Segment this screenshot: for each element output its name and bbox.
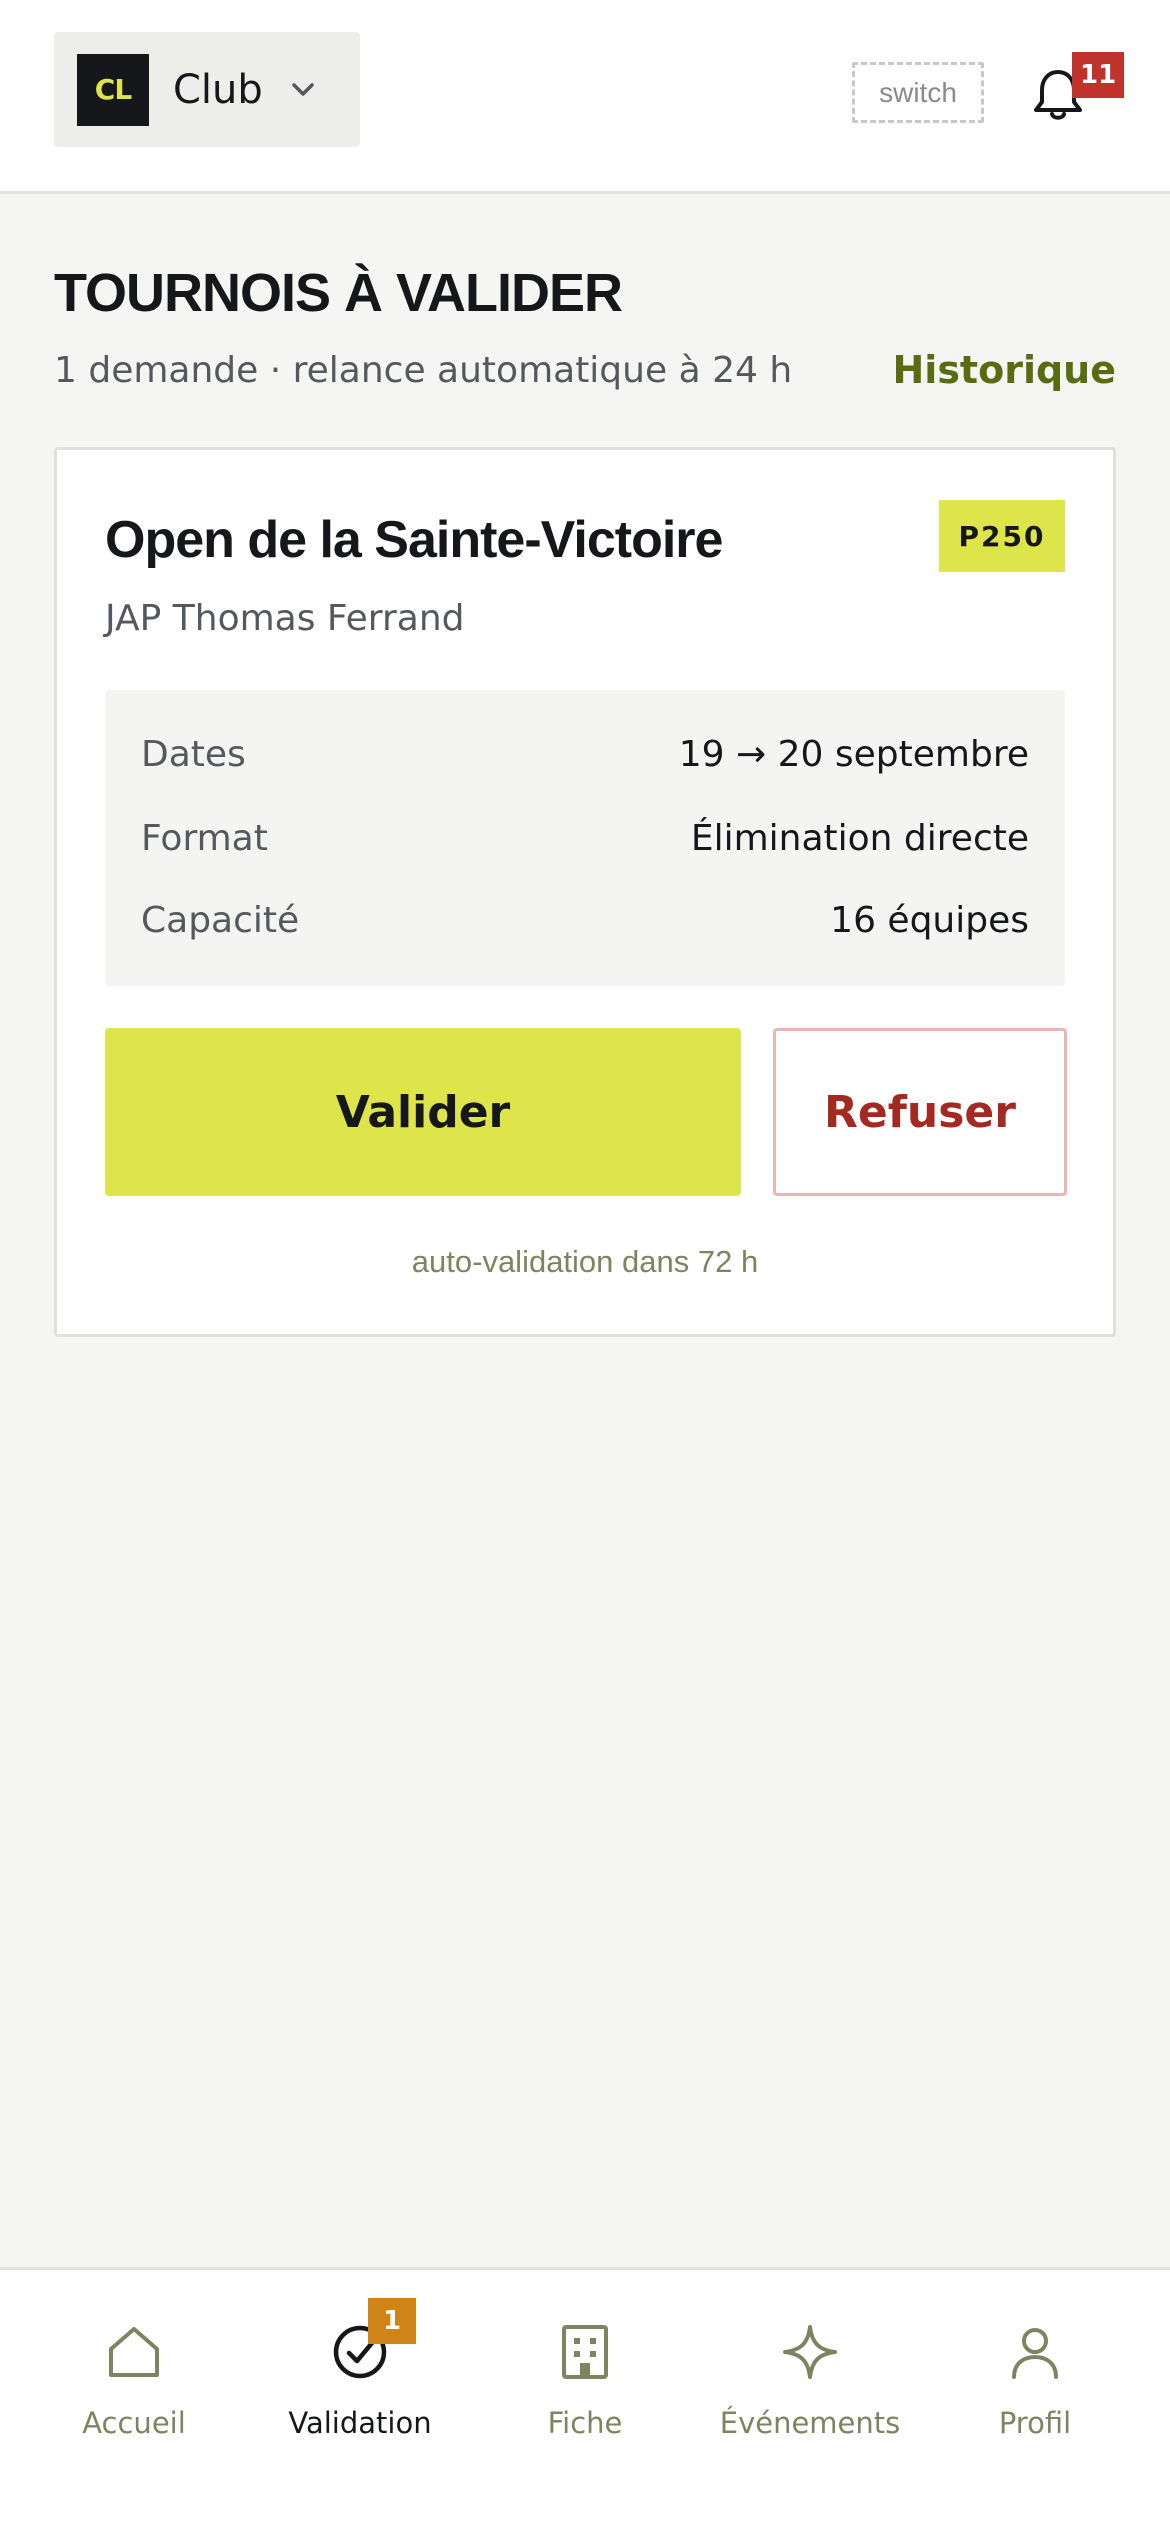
- app-screen: CL Club switch 11 TOURNOIS À VALIDER 1 d…: [0, 0, 1170, 2532]
- nav-item-fiche[interactable]: Fiche: [472, 2320, 698, 2470]
- club-switcher[interactable]: CL Club: [54, 32, 360, 147]
- club-logo: CL: [77, 53, 149, 126]
- detail-label: Format: [141, 817, 268, 859]
- page-subtitle: 1 demande · relance automatique à 24 h: [54, 350, 793, 391]
- history-link[interactable]: Historique: [892, 348, 1116, 392]
- validate-button[interactable]: Valider: [105, 1028, 741, 1196]
- nav-item-validation[interactable]: 1 Validation: [247, 2298, 473, 2470]
- detail-row-dates: Dates 19 → 20 septembre: [141, 724, 1029, 784]
- refuse-button[interactable]: Refuser: [773, 1028, 1067, 1196]
- level-badge: P250: [939, 500, 1065, 572]
- home-icon: [102, 2320, 166, 2384]
- nav-item-evenements[interactable]: Événements: [697, 2320, 923, 2470]
- detail-value: 16 équipes: [830, 899, 1029, 941]
- tournament-title: Open de la Sainte-Victoire: [105, 511, 723, 569]
- nav-label: Accueil: [82, 2406, 186, 2440]
- notifications-button[interactable]: 11: [1024, 52, 1125, 132]
- nav-item-accueil[interactable]: Accueil: [21, 2320, 247, 2470]
- detail-value: Élimination directe: [690, 817, 1029, 859]
- detail-row-format: Format Élimination directe: [141, 808, 1029, 868]
- nav-item-profil[interactable]: Profil: [922, 2320, 1148, 2470]
- user-icon: [1003, 2320, 1067, 2384]
- detail-row-capacity: Capacité 16 équipes: [141, 890, 1029, 950]
- notification-badge: 11: [1072, 52, 1125, 98]
- club-name: Club: [173, 66, 263, 113]
- top-header: CL Club switch 11: [0, 0, 1170, 194]
- building-icon: [553, 2320, 617, 2384]
- nav-label: Fiche: [547, 2406, 623, 2440]
- check-circle-icon: 1: [328, 2298, 416, 2384]
- nav-label: Validation: [288, 2406, 432, 2440]
- details-panel: Dates 19 → 20 septembre Format Éliminati…: [105, 690, 1065, 986]
- validation-count-badge: 1: [368, 2298, 416, 2344]
- detail-label: Dates: [141, 733, 246, 775]
- auto-validation-note: auto-validation dans 72 h: [411, 1244, 759, 1279]
- switch-button[interactable]: switch: [852, 62, 984, 123]
- detail-label: Capacité: [141, 899, 300, 941]
- sparkle-icon: [778, 2320, 842, 2384]
- nav-label: Événements: [719, 2406, 901, 2440]
- tournament-card: Open de la Sainte-Victoire P250 JAP Thom…: [54, 447, 1116, 1337]
- chevron-down-icon: [291, 76, 319, 104]
- detail-value: 19 → 20 septembre: [678, 733, 1029, 775]
- nav-label: Profil: [998, 2406, 1072, 2440]
- bottom-nav: Accueil 1 Validation Fiche Événements Pr…: [0, 2267, 1170, 2532]
- organizer-name: JAP Thomas Ferrand: [105, 598, 465, 639]
- page-title: TOURNOIS À VALIDER: [54, 263, 623, 323]
